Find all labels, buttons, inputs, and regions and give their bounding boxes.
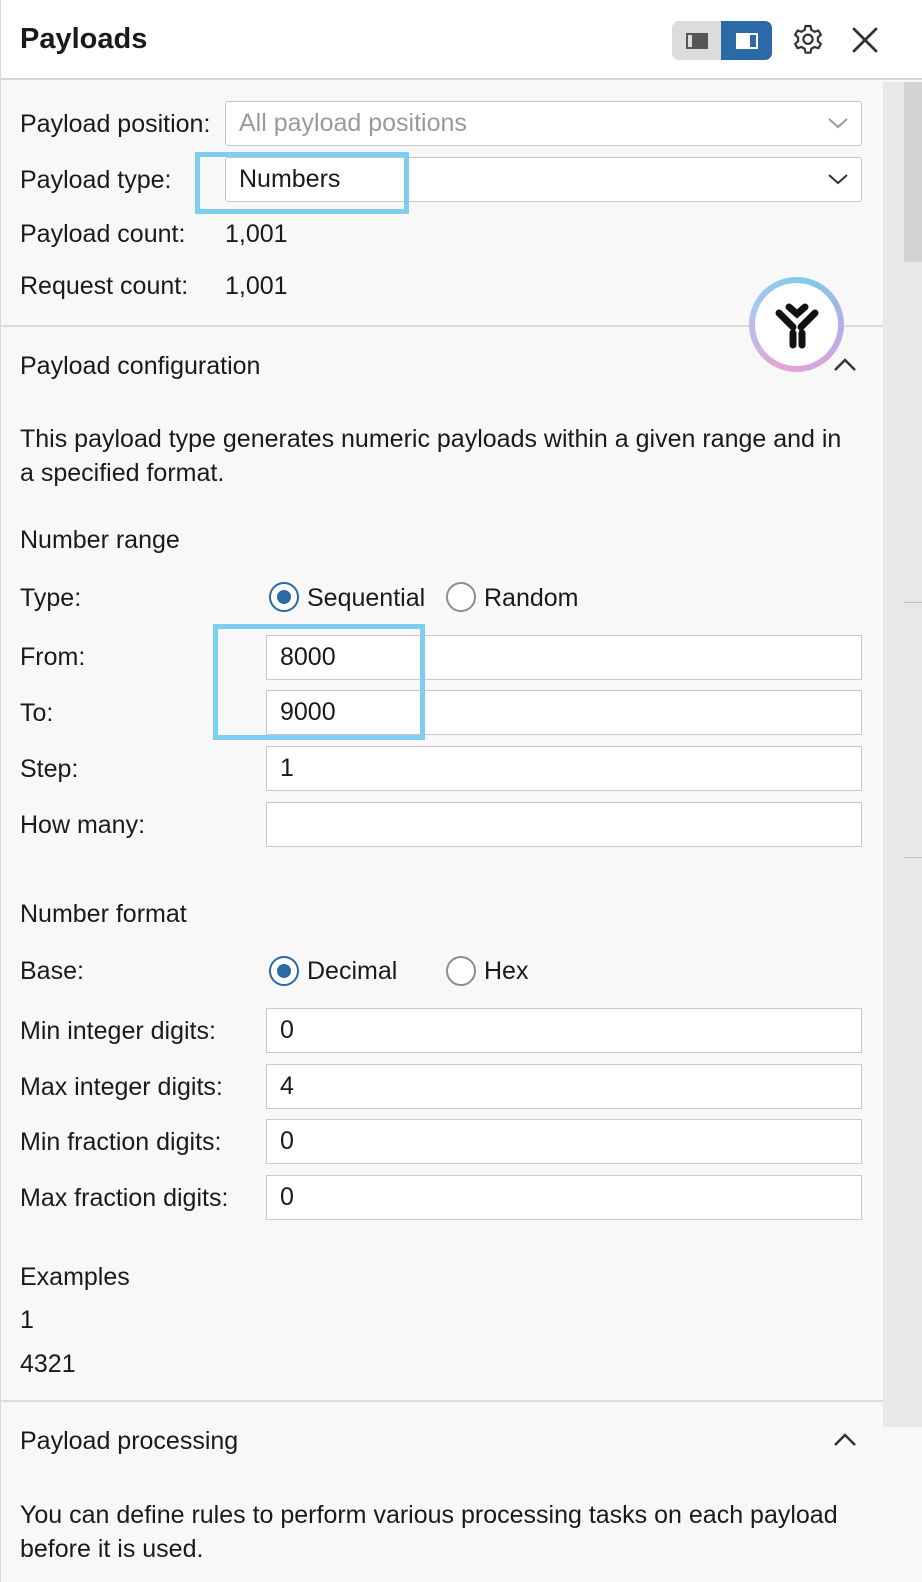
range-type-label: Type:: [20, 584, 82, 612]
min-integer-digits-input[interactable]: [266, 1008, 862, 1053]
from-input[interactable]: [266, 635, 862, 680]
panel-header: Payloads: [1, 0, 922, 80]
how-many-label: How many:: [20, 811, 146, 839]
payload-type-label: Payload type:: [20, 166, 172, 194]
number-format-heading: Number format: [20, 900, 187, 928]
payload-configuration-heading: Payload configuration: [20, 352, 261, 380]
payload-type-value: Numbers: [239, 165, 341, 193]
how-many-input[interactable]: [266, 802, 862, 847]
random-label: Random: [484, 584, 579, 612]
scrollbar-divider: [904, 602, 922, 603]
example-item: 4321: [20, 1350, 76, 1378]
panel-title: Payloads: [20, 23, 148, 55]
random-radio[interactable]: [446, 582, 476, 612]
step-label: Step:: [20, 755, 79, 783]
base-label: Base:: [20, 957, 84, 985]
step-input[interactable]: [266, 746, 862, 791]
chevron-down-icon: [828, 174, 848, 185]
layout-right-button[interactable]: [721, 21, 772, 60]
payload-position-label: Payload position:: [20, 110, 211, 138]
chevron-up-icon[interactable]: [832, 1432, 858, 1448]
layout-toggle: [672, 21, 772, 60]
gear-icon[interactable]: [790, 23, 826, 59]
decimal-radio[interactable]: [269, 956, 299, 986]
scrollbar-thumb[interactable]: [904, 82, 922, 262]
payload-position-select[interactable]: All payload positions: [225, 101, 862, 146]
number-range-heading: Number range: [20, 526, 180, 554]
request-count-value: 1,001: [225, 272, 288, 300]
payload-type-select[interactable]: Numbers: [225, 157, 862, 202]
sequential-label: Sequential: [307, 584, 426, 612]
hex-radio[interactable]: [446, 956, 476, 986]
payload-count-value: 1,001: [225, 220, 288, 248]
example-item: 1: [20, 1306, 34, 1334]
processing-description: You can define rules to perform various …: [20, 1501, 838, 1529]
payload-position-value: All payload positions: [239, 109, 467, 137]
chevron-down-icon: [828, 118, 848, 129]
config-description: This payload type generates numeric payl…: [20, 425, 842, 453]
assistant-logo-icon[interactable]: [749, 277, 844, 372]
close-icon[interactable]: [849, 24, 881, 56]
max-fraction-digits-input[interactable]: [266, 1175, 862, 1220]
chevron-up-icon[interactable]: [832, 357, 858, 373]
hex-label: Hex: [484, 957, 529, 985]
scrollbar-divider: [904, 857, 922, 858]
panel-right-icon: [735, 32, 758, 49]
request-count-label: Request count:: [20, 272, 189, 300]
min-fraction-digits-input[interactable]: [266, 1119, 862, 1164]
payload-count-label: Payload count:: [20, 220, 186, 248]
max-integer-digits-input[interactable]: [266, 1064, 862, 1109]
min-integer-digits-label: Min integer digits:: [20, 1017, 216, 1045]
examples-heading: Examples: [20, 1263, 130, 1291]
from-label: From:: [20, 643, 86, 671]
logo-glyph-icon: [775, 303, 818, 348]
to-label: To:: [20, 699, 54, 727]
section-divider: [1, 1400, 883, 1402]
payload-processing-heading: Payload processing: [20, 1427, 239, 1455]
max-fraction-digits-label: Max fraction digits:: [20, 1184, 229, 1212]
sequential-radio[interactable]: [269, 582, 299, 612]
layout-left-button[interactable]: [672, 21, 721, 60]
min-fraction-digits-label: Min fraction digits:: [20, 1128, 222, 1156]
decimal-label: Decimal: [307, 957, 398, 985]
config-description: a specified format.: [20, 459, 225, 487]
processing-description: before it is used.: [20, 1535, 204, 1563]
payloads-panel: Payloads Payload position: All payload p…: [0, 0, 922, 1582]
panel-left-icon: [685, 32, 708, 49]
scrollbar-track[interactable]: [883, 82, 922, 1427]
max-integer-digits-label: Max integer digits:: [20, 1073, 223, 1101]
to-input[interactable]: [266, 690, 862, 735]
